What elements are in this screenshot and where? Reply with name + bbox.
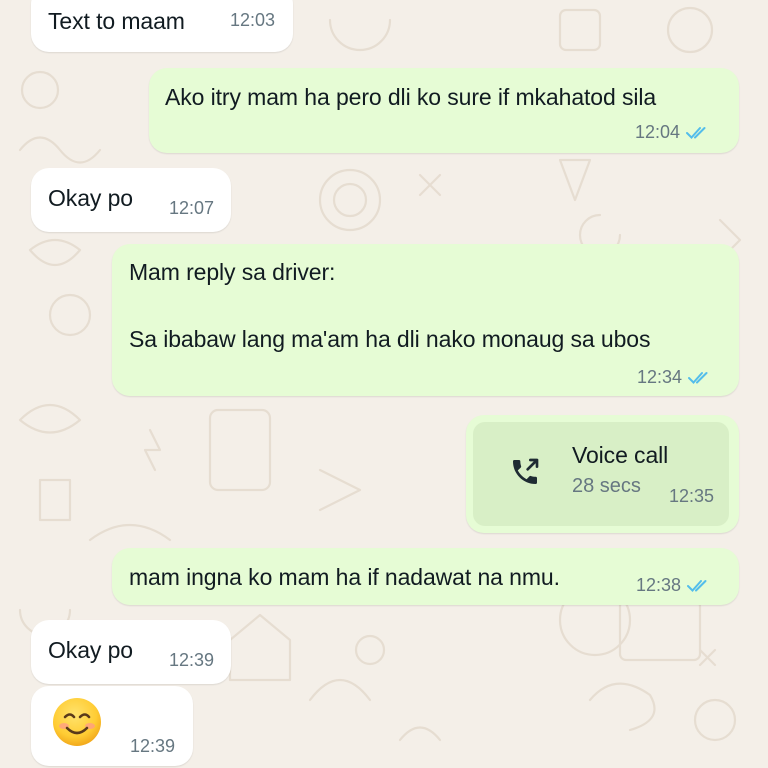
call-duration: 28 secs	[572, 475, 641, 497]
message-text: Okay po	[48, 185, 133, 211]
read-receipt-icon	[688, 371, 708, 384]
message-meta: 12:04	[635, 122, 710, 143]
voice-call-card[interactable]: Voice call 28 secs 12:35	[473, 422, 729, 526]
message-meta: 12:38	[636, 575, 711, 596]
message-text: Ako itry mam ha pero dli ko sure if mkah…	[165, 84, 657, 110]
message-timestamp: 12:07	[169, 198, 215, 218]
message-text: mam ingna ko mam ha if nadawat na nmu.	[129, 564, 560, 590]
message-text: Okay po	[48, 637, 133, 663]
message-timestamp: 12:03	[230, 10, 276, 30]
message-timestamp: 12:38	[636, 575, 682, 595]
message-bubble-outgoing[interactable]: Ako itry mam ha pero dli ko sure if mkah…	[149, 68, 739, 153]
message-text-line-1: Mam reply sa driver:	[129, 259, 336, 285]
message-timestamp: 12:39	[169, 650, 215, 670]
read-receipt-icon	[687, 579, 707, 592]
message-bubble-incoming[interactable]: Okay po 12:07	[31, 168, 231, 232]
message-text: Text to maam	[48, 8, 185, 34]
message-timestamp: 12:35	[669, 486, 715, 506]
outgoing-call-icon	[513, 458, 539, 484]
smiling-face-icon	[53, 698, 101, 746]
message-bubble-incoming[interactable]: Okay po 12:39	[31, 620, 231, 684]
message-bubble-incoming[interactable]: Text to maam 12:03	[31, 0, 293, 52]
message-timestamp: 12:04	[635, 122, 681, 142]
message-meta: 12:34	[637, 367, 712, 388]
message-bubble-outgoing[interactable]: Mam reply sa driver: Sa ibabaw lang ma'a…	[112, 244, 739, 396]
message-bubble-incoming[interactable]: 12:39	[31, 686, 193, 766]
call-title: Voice call	[572, 442, 669, 468]
read-receipt-icon	[686, 126, 706, 139]
message-text-line-2: Sa ibabaw lang ma'am ha dli nako monaug …	[129, 326, 651, 352]
message-timestamp: 12:39	[130, 736, 176, 756]
message-bubble-outgoing[interactable]: mam ingna ko mam ha if nadawat na nmu. 1…	[112, 548, 739, 605]
message-timestamp: 12:34	[637, 367, 683, 387]
